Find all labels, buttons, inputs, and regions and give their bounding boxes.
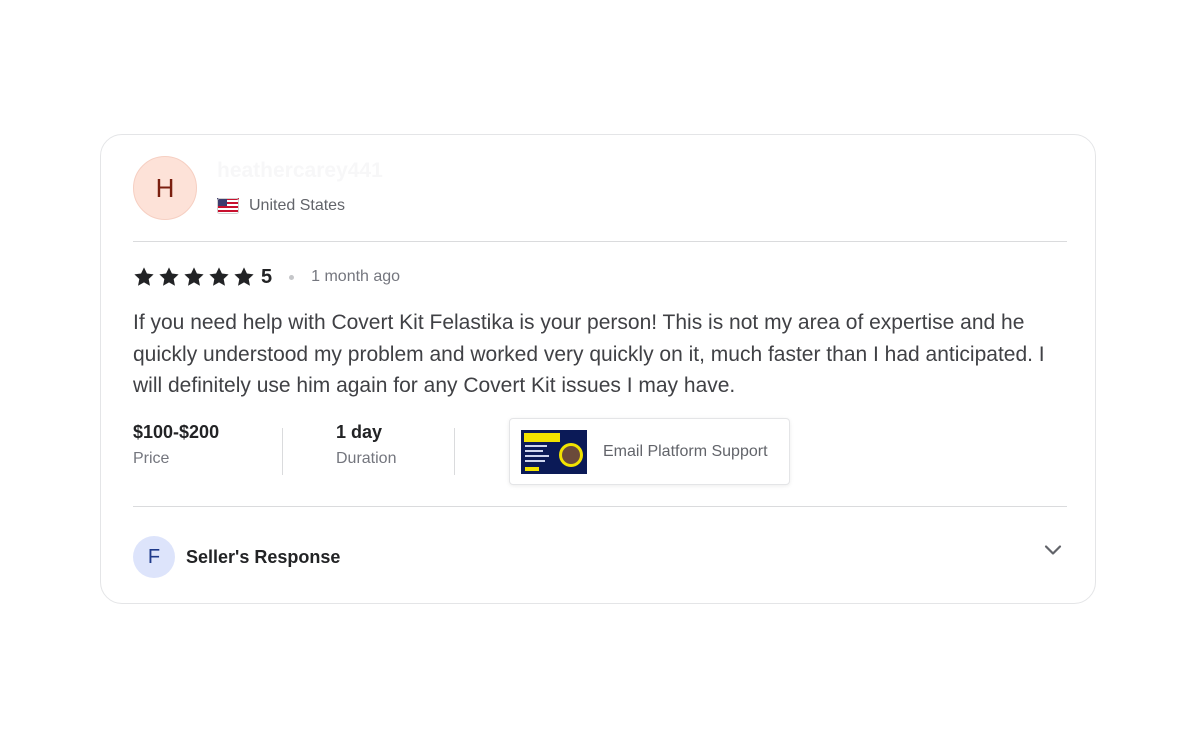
star-icon <box>134 267 154 286</box>
review-card: H heathercarey441 United States 5 1 mont… <box>100 134 1096 604</box>
seller-response-toggle[interactable]: F Seller's Response <box>133 535 1067 579</box>
meta-divider <box>282 428 283 475</box>
rating-value: 5 <box>261 265 273 288</box>
price-value: $100-$200 <box>133 422 220 442</box>
review-text: If you need help with Covert Kit Felasti… <box>133 311 1045 397</box>
chevron-down-icon[interactable] <box>1043 543 1063 557</box>
header-divider <box>133 241 1067 242</box>
duration-info: 1 day Duration <box>336 421 396 468</box>
price-info: $100-$200 Price <box>133 421 219 468</box>
star-icon <box>234 267 254 286</box>
response-divider <box>133 506 1067 507</box>
gig-thumbnail-image <box>521 429 587 474</box>
us-flag-icon <box>217 198 239 214</box>
gig-title: Email Platform Support <box>603 442 768 460</box>
price-label: Price <box>133 450 170 467</box>
seller-response-label: Seller's Response <box>186 546 341 567</box>
duration-label: Duration <box>336 450 397 467</box>
duration-value: 1 day <box>336 422 383 442</box>
seller-avatar: F <box>133 536 175 578</box>
gig-link[interactable]: Email Platform Support <box>509 418 790 485</box>
reviewer-avatar[interactable]: H <box>133 156 197 220</box>
reviewer-initial: H <box>155 172 175 203</box>
reviewer-country: United States <box>217 197 345 215</box>
star-icon <box>159 267 179 286</box>
meta-divider <box>454 428 455 475</box>
separator-dot <box>289 274 295 280</box>
star-rating <box>133 266 255 288</box>
rating-row: 5 1 month ago <box>133 262 400 292</box>
star-icon <box>184 267 204 286</box>
country-name: United States <box>249 197 346 214</box>
seller-initial: F <box>147 545 161 568</box>
star-icon <box>209 267 229 286</box>
reviewer-username[interactable]: heathercarey441 <box>217 159 383 183</box>
review-time: 1 month ago <box>311 268 401 285</box>
